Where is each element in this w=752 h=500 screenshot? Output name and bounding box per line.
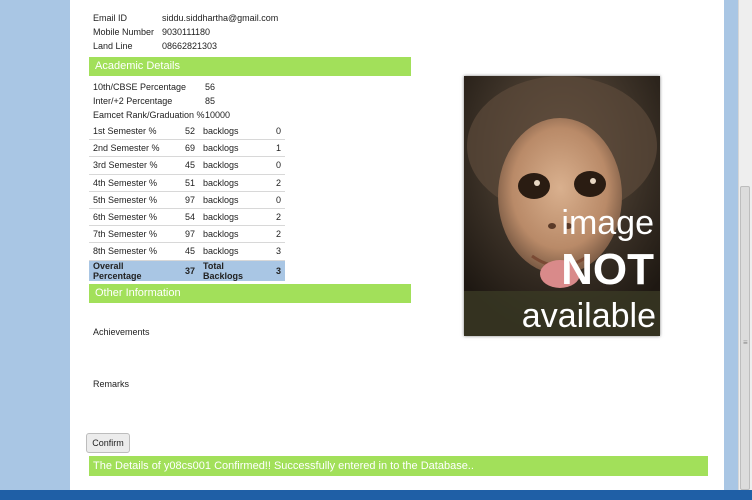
semester-label: 2nd Semester % (89, 139, 169, 158)
confirm-button[interactable]: Confirm (86, 433, 130, 453)
backlogs-count: 1 (269, 139, 285, 158)
backlogs-count: 0 (269, 123, 285, 141)
backlogs-label: backlogs (199, 242, 269, 261)
backlogs-count: 0 (269, 191, 285, 209)
photo-line-1: image (561, 204, 654, 242)
table-row: 1st Semester % 52 backlogs 0 (89, 123, 285, 141)
backlogs-count: 0 (269, 156, 285, 175)
semester-label: 7th Semester % (89, 225, 169, 244)
scrollbar-grip-icon: ≡ (743, 338, 748, 347)
score-value: 10000 (205, 110, 231, 120)
semester-label: 5th Semester % (89, 191, 169, 209)
email-value: siddu.siddhartha@gmail.com (162, 13, 279, 23)
semester-percent: 45 (169, 156, 199, 175)
semester-percent: 97 (169, 191, 199, 209)
mobile-row: Mobile Number 9030111180 (93, 25, 210, 39)
overall-percent: 37 (169, 260, 199, 281)
landline-label: Land Line (93, 41, 133, 51)
semester-label: 3rd Semester % (89, 156, 169, 175)
score-row: Inter/+2 Percentage 85 (93, 94, 215, 108)
score-row: Eamcet Rank/Graduation %10000 (93, 108, 230, 122)
score-label: Eamcet Rank/Graduation % (93, 110, 205, 120)
score-row: 10th/CBSE Percentage 56 (93, 80, 215, 94)
table-row: 6th Semester % 54 backlogs 2 (89, 208, 285, 227)
photo-line-3: available (522, 297, 656, 335)
semester-label: 4th Semester % (89, 174, 169, 192)
other-information-header: Other Information (89, 284, 411, 303)
backlogs-count: 2 (269, 225, 285, 244)
score-label: 10th/CBSE Percentage (93, 82, 187, 92)
backlogs-label: backlogs (199, 208, 269, 227)
remarks-label: Remarks (93, 379, 130, 389)
image-not-available-placeholder: image NOT available (464, 76, 660, 336)
landline-value: 08662821303 (162, 41, 218, 51)
total-backlogs-label: Total Backlogs (199, 260, 269, 281)
semester-percent: 97 (169, 225, 199, 244)
success-message: The Details of y08cs001 Confirmed!! Succ… (89, 456, 708, 476)
achievements-label: Achievements (93, 327, 150, 337)
table-row: 5th Semester % 97 backlogs 0 (89, 191, 285, 209)
backlogs-label: backlogs (199, 174, 269, 192)
footer-bar (0, 490, 752, 500)
semester-percent: 51 (169, 174, 199, 192)
backlogs-count: 3 (269, 242, 285, 261)
table-row: 2nd Semester % 69 backlogs 1 (89, 139, 285, 158)
email-row: Email ID siddu.siddhartha@gmail.com (93, 11, 278, 25)
score-value: 56 (205, 82, 216, 92)
backlogs-label: backlogs (199, 191, 269, 209)
backlogs-label: backlogs (199, 123, 269, 141)
mobile-label: Mobile Number (93, 27, 155, 37)
semester-percent: 52 (169, 123, 199, 141)
semester-label: 8th Semester % (89, 242, 169, 261)
backlogs-label: backlogs (199, 139, 269, 158)
photo-line-2: NOT (561, 245, 654, 294)
backlogs-label: backlogs (199, 225, 269, 244)
table-row: 8th Semester % 45 backlogs 3 (89, 242, 285, 261)
backlogs-label: backlogs (199, 156, 269, 175)
overall-row: Overall Percentage 37 Total Backlogs 3 (89, 260, 285, 281)
semester-label: 1st Semester % (89, 123, 169, 141)
semester-percent: 69 (169, 139, 199, 158)
table-row: 4th Semester % 51 backlogs 2 (89, 174, 285, 192)
score-label: Inter/+2 Percentage (93, 96, 173, 106)
total-backlogs-count: 3 (269, 260, 285, 281)
score-value: 85 (205, 96, 216, 106)
semester-label: 6th Semester % (89, 208, 169, 227)
academic-details-header: Academic Details (89, 57, 411, 76)
mobile-value: 9030111180 (162, 27, 211, 37)
overall-label: Overall Percentage (89, 260, 169, 281)
landline-row: Land Line 08662821303 (93, 39, 217, 53)
semester-table: 1st Semester % 52 backlogs 0 2nd Semeste… (89, 123, 285, 281)
backlogs-count: 2 (269, 174, 285, 192)
email-label: Email ID (93, 13, 128, 23)
semester-percent: 54 (169, 208, 199, 227)
table-row: 7th Semester % 97 backlogs 2 (89, 225, 285, 244)
backlogs-count: 2 (269, 208, 285, 227)
table-row: 3rd Semester % 45 backlogs 0 (89, 156, 285, 175)
semester-percent: 45 (169, 242, 199, 261)
